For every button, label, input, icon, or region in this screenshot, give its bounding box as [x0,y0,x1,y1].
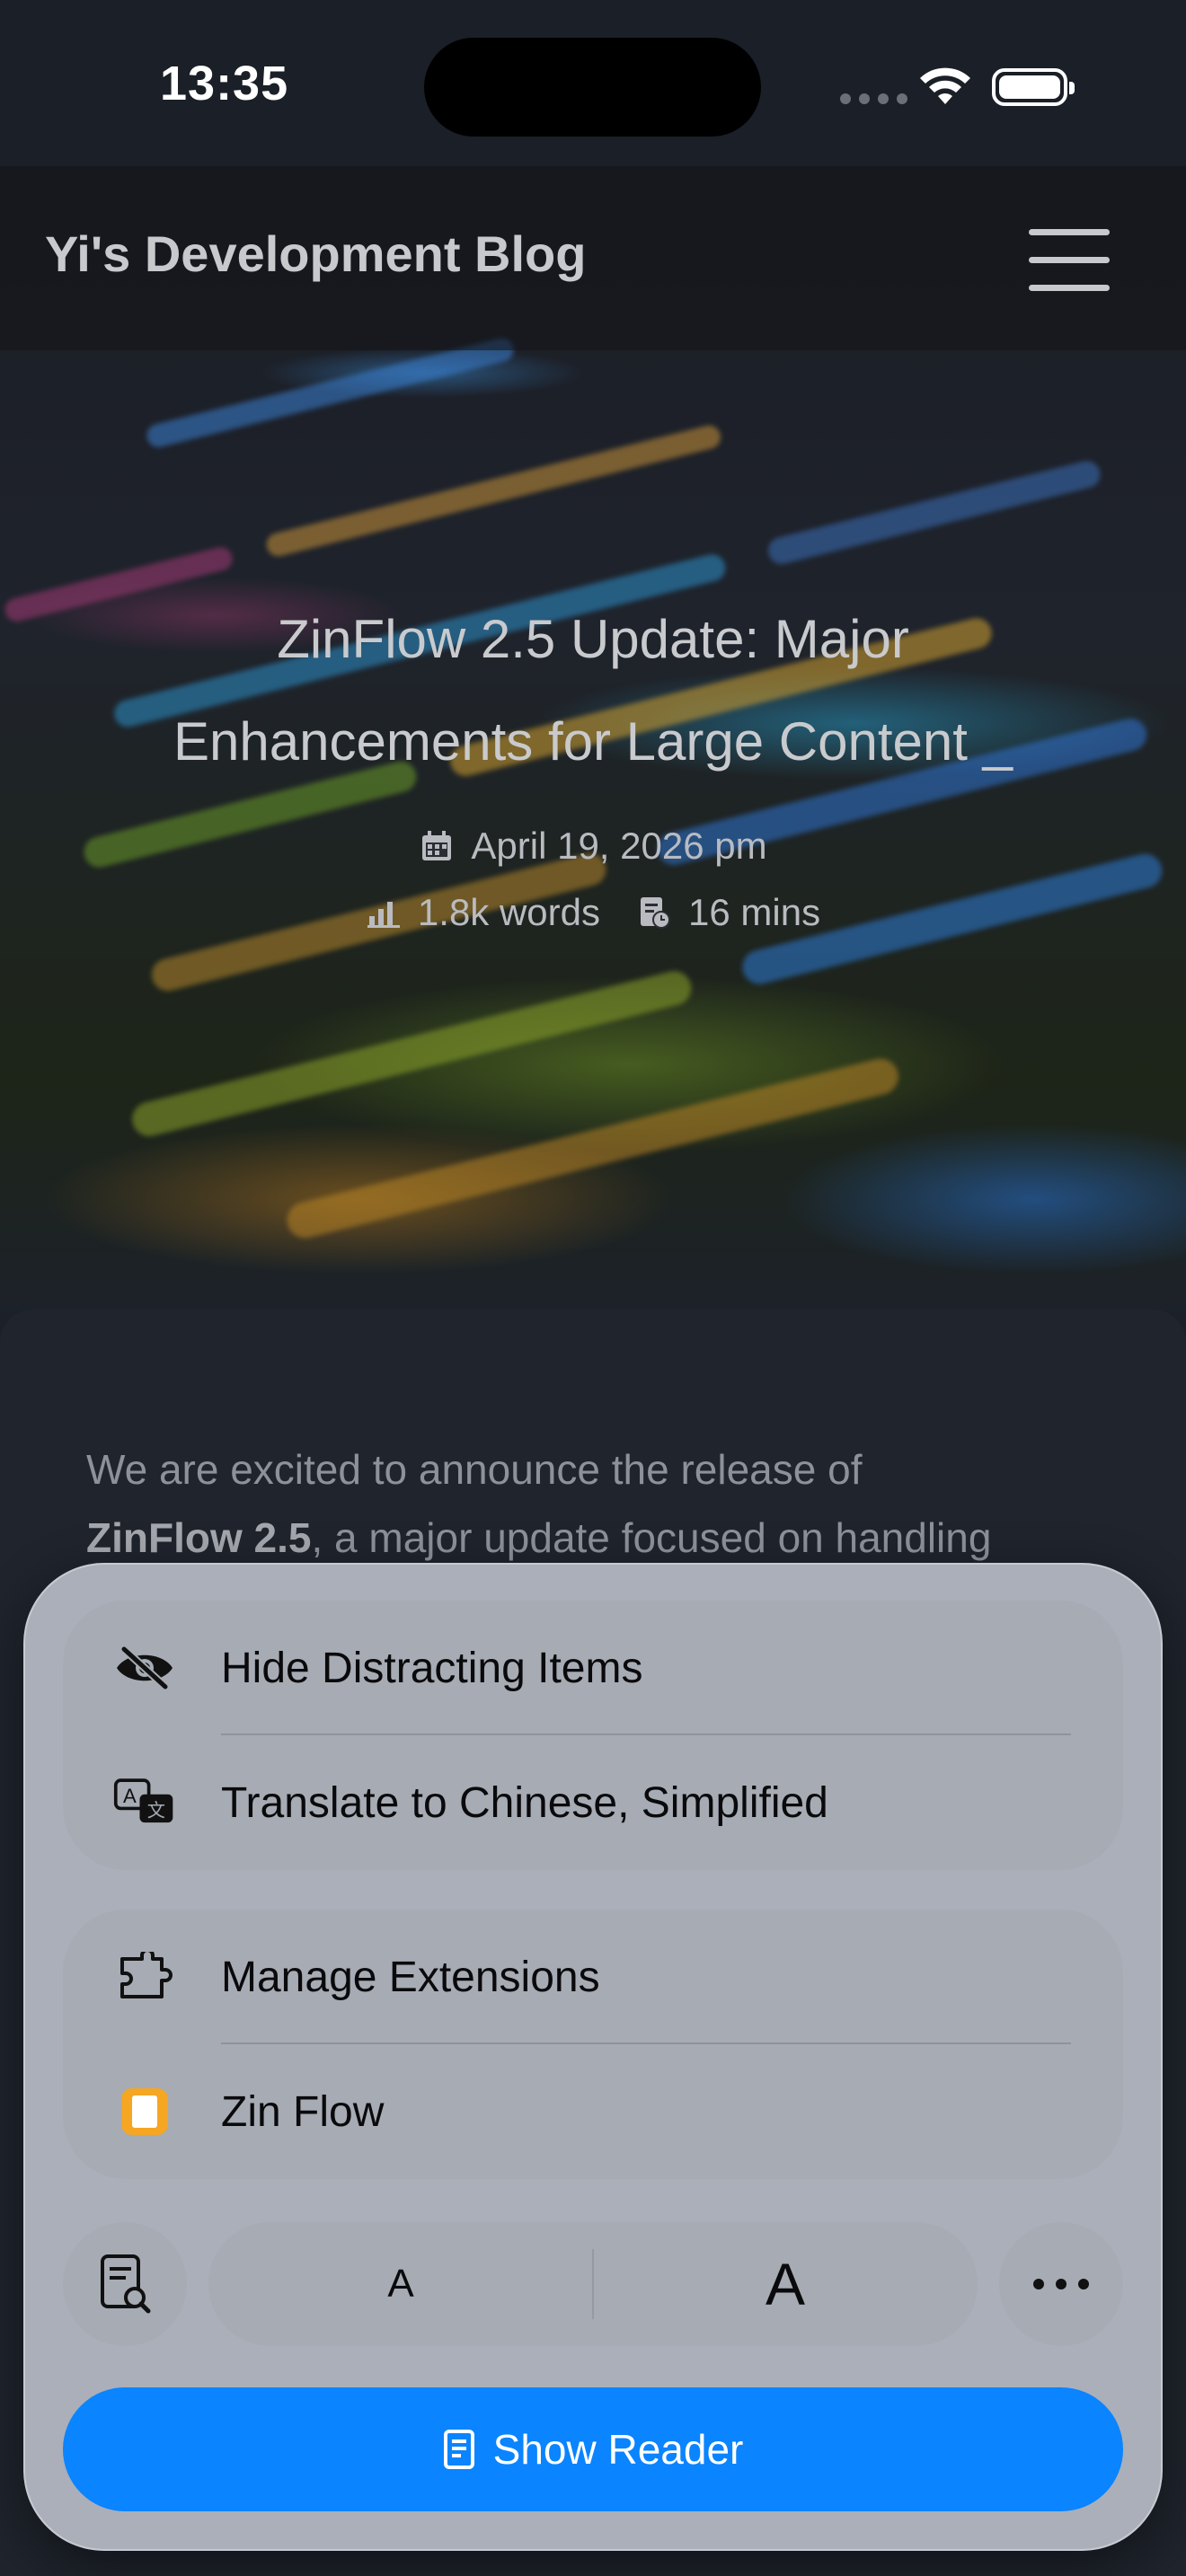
post-title-line1: ZinFlow 2.5 Update: Major [277,609,909,669]
svg-text:文: 文 [147,1800,165,1822]
status-bar: 13:35 [0,0,1186,166]
page-menu-sheet: Hide Distracting Items A文 Translate to C… [23,1563,1163,2551]
zin-flow-extension-button[interactable]: Zin Flow [63,2044,1123,2179]
show-reader-button[interactable]: Show Reader [63,2387,1123,2511]
status-time: 13:35 [160,57,289,110]
menu-group-extensions: Manage Extensions Zin Flow [63,1910,1123,2179]
post-date: April 19, 2026 pm [471,825,767,867]
manage-extensions-button[interactable]: Manage Extensions [63,1910,1123,2044]
zinflow-app-icon [113,2080,176,2143]
decrease-font-button[interactable]: A [208,2222,593,2346]
dynamic-island [424,38,761,137]
hide-distracting-items-button[interactable]: Hide Distracting Items [63,1601,1123,1735]
cellular-signal-icon [840,93,907,104]
menu-group-page-actions: Hide Distracting Items A文 Translate to C… [63,1601,1123,1870]
post-stats-row: 1.8k words 16 mins [0,891,1186,934]
reading-time-icon [641,897,671,929]
doc-search-icon [101,2254,151,2314]
svg-text:A: A [123,1785,137,1807]
article-intro: We are excited to announce the release o… [86,1446,992,1561]
post-read-time: 16 mins [688,891,821,933]
translate-icon: A文 [113,1771,176,1834]
site-title[interactable]: Yi's Development Blog [45,225,586,283]
post-date-row: April 19, 2026 pm [0,825,1186,868]
site-navbar: Yi's Development Blog [0,166,1186,350]
page-search-button[interactable] [63,2222,187,2346]
post-word-count: 1.8k words [417,891,601,933]
show-reader-label: Show Reader [492,2426,744,2473]
reader-icon [443,2430,474,2469]
translate-button[interactable]: A文 Translate to Chinese, Simplified [63,1735,1123,1870]
font-size-control: A A [208,2222,978,2346]
word-count-icon [367,902,400,928]
calendar-icon [422,831,452,860]
hamburger-menu-icon[interactable] [1029,229,1110,292]
battery-icon [992,68,1075,106]
wifi-icon [920,67,970,104]
post-title-line2: Enhancements for Large Content _ [173,711,1013,772]
ellipsis-icon [1033,2279,1089,2289]
extension-icon [113,1945,176,2008]
increase-font-button[interactable]: A [593,2222,978,2346]
post-title: ZinFlow 2.5 Update: Major Enhancements f… [72,588,1114,793]
more-options-button[interactable] [999,2222,1123,2346]
eye-slash-icon [113,1636,176,1699]
